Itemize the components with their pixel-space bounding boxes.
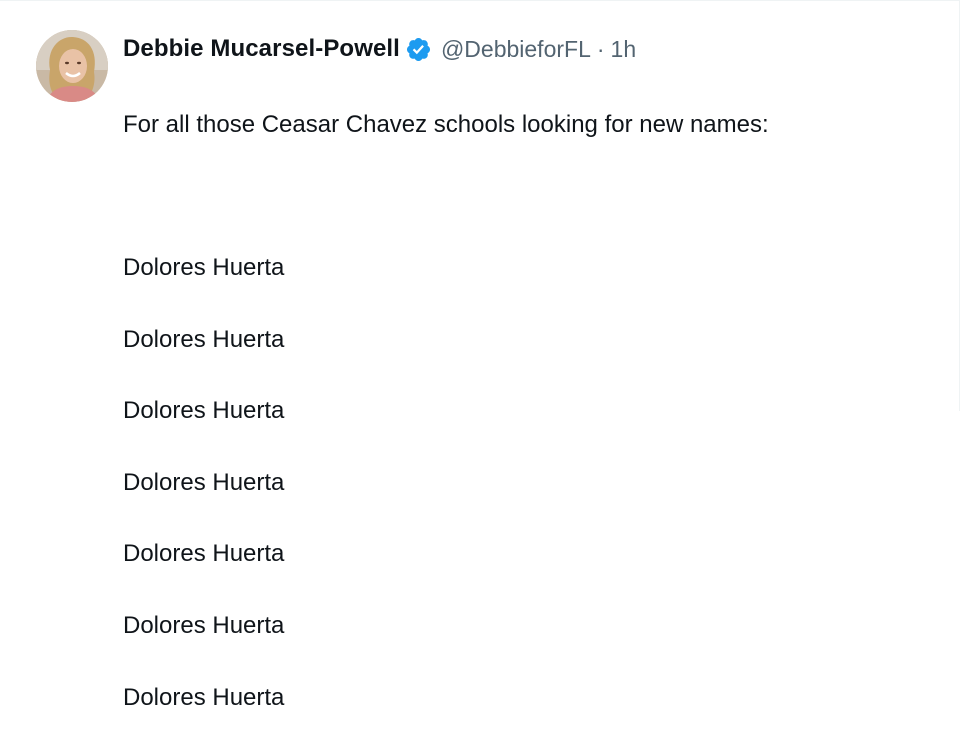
list-item: Dolores Huerta	[123, 611, 285, 639]
author-handle[interactable]: @DebbieforFL	[441, 36, 591, 63]
list-item: Dolores Huerta	[123, 683, 285, 711]
list-item: Dolores Huerta	[123, 253, 285, 281]
tweet-text: For all those Ceasar Chavez schools look…	[123, 71, 769, 751]
tweet-intro: For all those Ceasar Chavez schools look…	[123, 110, 769, 138]
avatar[interactable]	[36, 30, 108, 102]
list-item: Dolores Huerta	[123, 468, 285, 496]
tweet-card[interactable]: Debbie Mucarsel-Powell @DebbieforFL · 1h…	[0, 0, 960, 711]
author-name[interactable]: Debbie Mucarsel-Powell	[123, 35, 400, 63]
timestamp[interactable]: 1h	[611, 36, 637, 63]
tweet-header: Debbie Mucarsel-Powell @DebbieforFL · 1h	[123, 33, 636, 65]
list-item: Dolores Huerta	[123, 540, 285, 568]
separator-dot: ·	[596, 35, 605, 62]
verified-badge-icon	[405, 36, 432, 63]
avatar-image	[36, 30, 108, 102]
list-item: Dolores Huerta	[123, 397, 285, 425]
list-item: Dolores Huerta	[123, 325, 285, 353]
